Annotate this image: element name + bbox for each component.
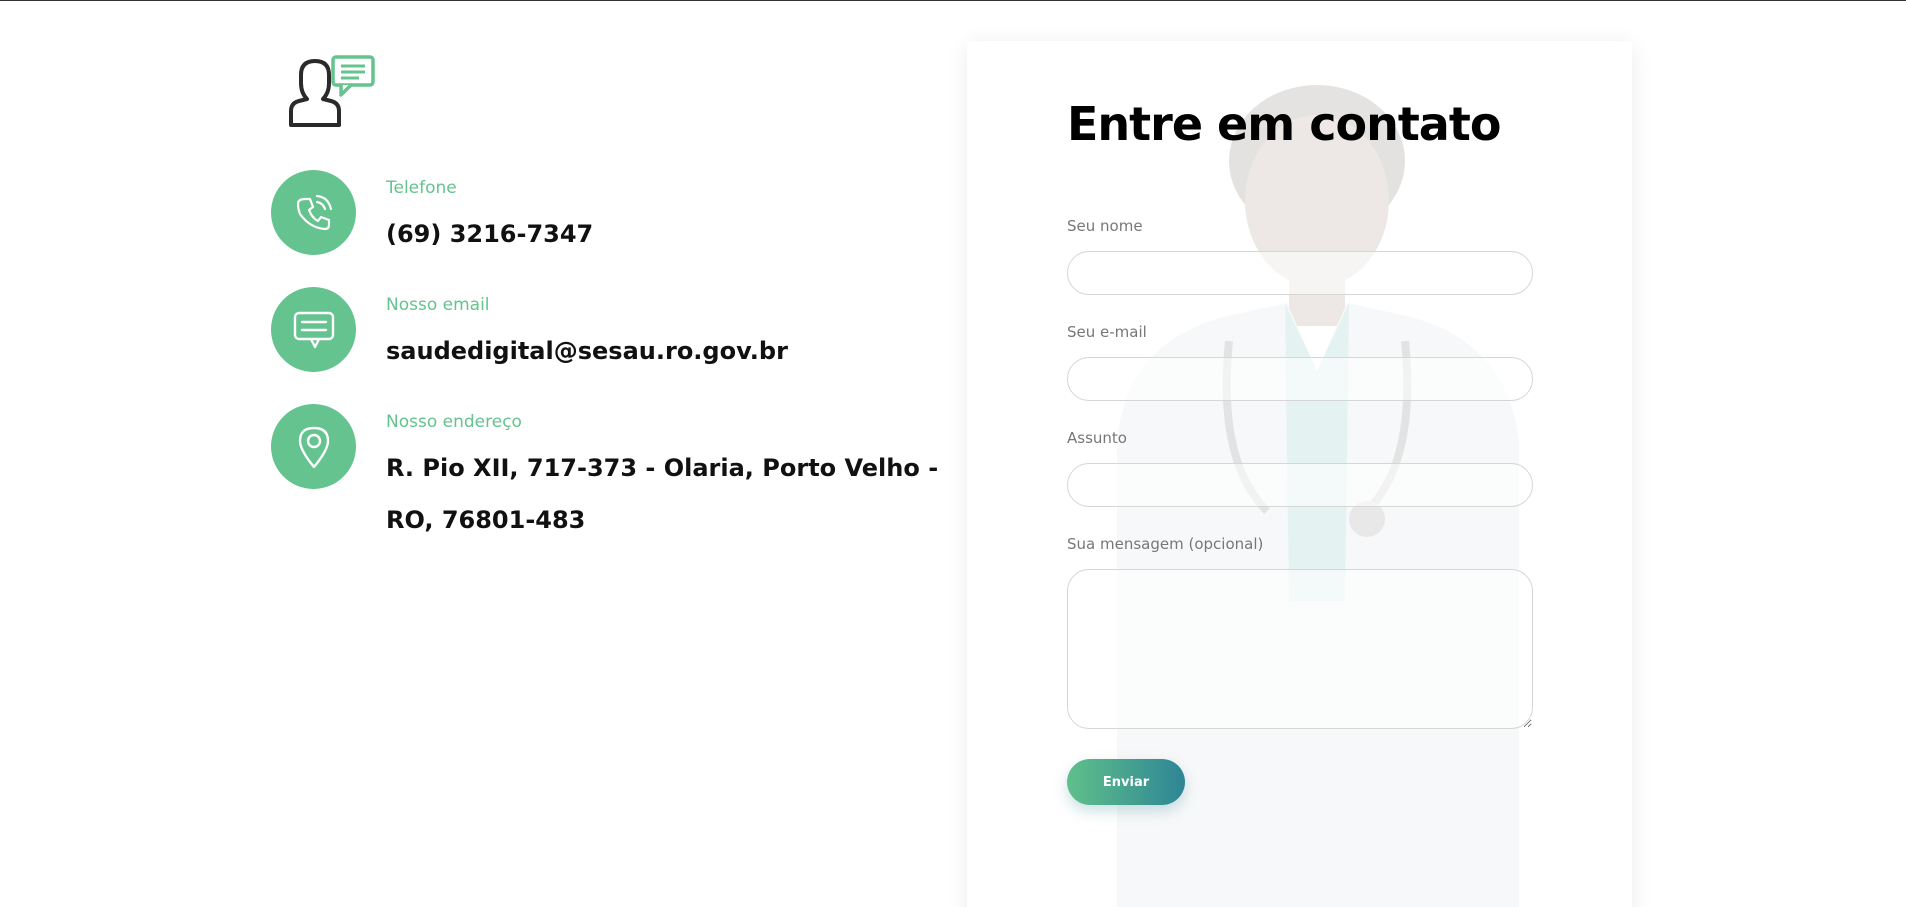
email-label: Nosso email [386, 295, 490, 315]
name-input[interactable] [1067, 251, 1533, 295]
subject-label: Assunto [1067, 429, 1127, 447]
email-input[interactable] [1067, 357, 1533, 401]
address-icon-circle [271, 404, 356, 489]
email-value[interactable]: saudedigital@sesau.ro.gov.br [386, 325, 946, 377]
message-textarea[interactable] [1067, 569, 1533, 729]
name-label: Seu nome [1067, 217, 1143, 235]
email-field-label: Seu e-mail [1067, 323, 1147, 341]
address-label: Nosso endereço [386, 412, 522, 432]
email-icon-circle [271, 287, 356, 372]
phone-icon [296, 194, 332, 230]
phone-label: Telefone [386, 178, 457, 198]
contact-form-card: Entre em contato Seu nome Seu e-mail Ass… [967, 41, 1632, 907]
message-label: Sua mensagem (opcional) [1067, 535, 1264, 553]
chat-icon [293, 311, 334, 348]
phone-icon-circle [271, 170, 356, 255]
form-title: Entre em contato [1067, 97, 1501, 151]
send-button[interactable]: Enviar [1067, 759, 1185, 805]
contact-person-chat-icon [289, 55, 375, 127]
contact-page: Telefone (69) 3216-7347 Nosso email saud… [0, 0, 1906, 907]
address-value: R. Pio XII, 717-373 - Olaria, Porto Velh… [386, 454, 939, 534]
map-pin-icon [298, 426, 329, 468]
phone-value[interactable]: (69) 3216-7347 [386, 208, 946, 260]
subject-input[interactable] [1067, 463, 1533, 507]
